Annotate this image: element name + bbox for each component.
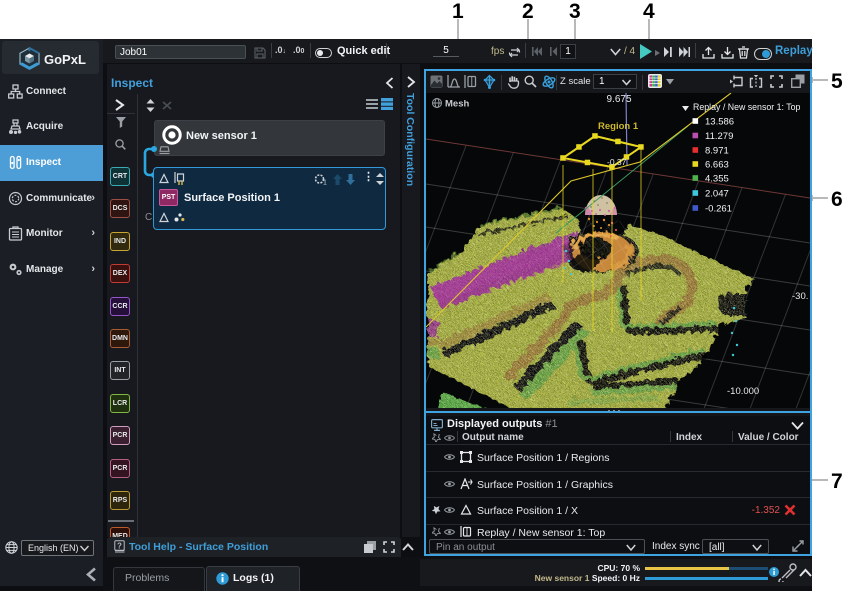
svg-text:-0.261: -0.261 xyxy=(705,204,732,215)
svg-text:11.279: 11.279 xyxy=(705,131,733,142)
svg-text:-0.37: -0.37 xyxy=(607,157,627,167)
svg-text:13.586: 13.586 xyxy=(705,117,734,128)
svg-text:1: 1 xyxy=(323,180,327,186)
svg-text:4.355: 4.355 xyxy=(705,174,729,185)
svg-text:?: ? xyxy=(117,542,122,551)
svg-text:9.675: 9.675 xyxy=(606,94,631,105)
svg-text:Replay / New sensor 1: Top: Replay / New sensor 1: Top xyxy=(693,102,801,112)
svg-text:Mesh: Mesh xyxy=(445,99,469,110)
svg-text:Region 1: Region 1 xyxy=(598,121,639,132)
svg-text:6.663: 6.663 xyxy=(705,160,729,171)
svg-text:-10.000: -10.000 xyxy=(727,386,759,397)
svg-text:2.047: 2.047 xyxy=(705,189,729,200)
svg-text:-30.: -30. xyxy=(792,291,808,302)
svg-text:8.971: 8.971 xyxy=(705,146,729,157)
